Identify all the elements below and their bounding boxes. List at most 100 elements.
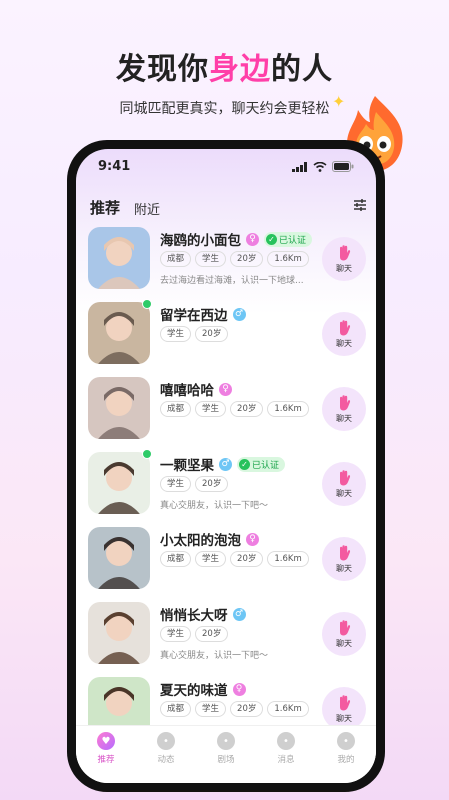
male-icon: ♂	[219, 457, 232, 471]
verified-badge: ✓ 已认证	[264, 231, 313, 247]
signal-icon	[292, 161, 307, 172]
avatar[interactable]	[88, 377, 150, 439]
chat-button[interactable]: 聊天	[322, 312, 366, 356]
filter-icon[interactable]	[352, 197, 368, 213]
user-tags: 成都 学生 20岁 1.6Km	[160, 401, 309, 417]
user-bio: 真心交朋友，认识一下吧～	[160, 501, 269, 511]
male-icon: ♂	[232, 307, 246, 321]
tab-recommend[interactable]: 推荐	[90, 197, 121, 220]
chat-button-label: 聊天	[336, 339, 352, 348]
user-tags: 学生 20岁	[160, 476, 229, 492]
profile-icon: •	[337, 732, 355, 750]
list-item[interactable]: 悄悄长大呀 ♂ 学生 20岁真心交朋友，认识一下吧～ 聊天	[76, 602, 376, 676]
avatar[interactable]	[88, 227, 150, 289]
tag: 1.6Km	[267, 401, 309, 417]
nav-label: 剧场	[217, 755, 235, 765]
wave-hand-icon	[340, 470, 351, 486]
user-name-row: 悄悄长大呀 ♂	[160, 604, 246, 624]
avatar[interactable]	[88, 602, 150, 664]
list-item[interactable]: 一颗坚果 ♂ ✓ 已认证 学生 20岁真心交朋友，认识一下吧～ 聊天	[76, 449, 376, 526]
wifi-icon	[313, 161, 327, 172]
chat-button-label: 聊天	[336, 714, 352, 723]
user-name-row: 留学在西边 ♂	[160, 304, 246, 324]
chat-button-label: 聊天	[336, 564, 352, 573]
avatar[interactable]	[88, 452, 150, 514]
compass-icon: •	[157, 732, 175, 750]
nav-item-4[interactable]: • 我的	[321, 732, 371, 783]
promo-headline: 发现你身边的人	[116, 52, 333, 87]
user-tags: 成都 学生 20岁 1.6Km	[160, 251, 309, 267]
list-item[interactable]: 小太阳的泡泡 ♀ 成都 学生 20岁 1.6Km 聊天	[76, 527, 376, 601]
user-tags: 学生 20岁	[160, 326, 229, 342]
user-name: 一颗坚果	[160, 458, 214, 474]
user-name: 留学在西边	[160, 308, 228, 324]
tab-bar: 推荐 附近	[90, 197, 160, 220]
wave-hand-icon	[340, 545, 351, 561]
female-icon: ♀	[246, 532, 259, 546]
tab-nearby[interactable]: 附近	[134, 199, 160, 218]
chat-button[interactable]: 聊天	[322, 612, 366, 656]
nav-label: 我的	[337, 755, 355, 765]
tag: 1.6Km	[267, 701, 309, 717]
chat-button[interactable]: 聊天	[322, 537, 366, 581]
female-icon: ♀	[219, 382, 232, 396]
male-icon: ♂	[232, 607, 246, 621]
online-indicator	[142, 449, 152, 459]
nav-item-1[interactable]: • 动态	[141, 732, 191, 783]
wave-hand-icon	[340, 320, 351, 336]
avatar[interactable]	[88, 527, 150, 589]
user-bio: 真心交朋友，认识一下吧～	[160, 651, 269, 661]
user-name: 小太阳的泡泡	[160, 533, 241, 549]
tag: 学生	[195, 701, 227, 717]
user-tags: 学生 20岁	[160, 626, 229, 642]
heart-icon: ♥	[97, 732, 115, 750]
nav-label: 动态	[157, 755, 175, 765]
chat-button[interactable]: 聊天	[322, 462, 366, 506]
female-icon: ♀	[232, 682, 246, 696]
user-name-row: 一颗坚果 ♂ ✓ 已认证	[160, 454, 286, 474]
list-item[interactable]: 留学在西边 ♂ 学生 20岁 聊天	[76, 299, 376, 376]
promo-headline-highlight: 身边	[209, 52, 271, 87]
tag: 学生	[195, 251, 227, 267]
app-screen: 9:41 推荐 附近 海鸥的小面包 ♀ ✓ 已认证 成都 学生 20岁 1.6Km 去过海…	[76, 149, 376, 783]
chat-button[interactable]: 聊天	[322, 387, 366, 431]
tag: 学生	[195, 551, 227, 567]
user-name: 嘻嘻哈哈	[160, 383, 214, 399]
tag: 20岁	[230, 401, 264, 417]
verified-badge: ✓ 已认证	[237, 456, 286, 472]
wave-hand-icon	[340, 695, 351, 711]
list-item[interactable]: 海鸥的小面包 ♀ ✓ 已认证 成都 学生 20岁 1.6Km 去过海边看过海滩，认识一下地…	[76, 227, 376, 301]
nav-label: 推荐	[97, 755, 115, 765]
user-tags: 成都 学生 20岁 1.6Km	[160, 701, 309, 717]
nav-item-3[interactable]: • 消息	[261, 732, 311, 783]
user-name-row: 夏天的味道 ♀	[160, 679, 246, 699]
user-name-row: 海鸥的小面包 ♀ ✓ 已认证	[160, 229, 313, 249]
tag: 20岁	[230, 551, 264, 567]
message-icon: •	[277, 732, 295, 750]
bottom-nav: ♥ 推荐 • 动态 • 剧场 • 消息 • 我的	[76, 725, 376, 783]
tag: 20岁	[195, 326, 229, 342]
chat-button-label: 聊天	[336, 639, 352, 648]
chat-button-label: 聊天	[336, 414, 352, 423]
list-item[interactable]: 嘻嘻哈哈 ♀ 成都 学生 20岁 1.6Km 聊天	[76, 377, 376, 451]
tag: 学生	[195, 401, 227, 417]
phone-frame: 9:41 推荐 附近 海鸥的小面包 ♀ ✓ 已认证 成都 学生 20岁 1.6Km 去过海…	[67, 140, 385, 792]
status-bar: 9:41	[76, 157, 376, 177]
tag: 1.6Km	[267, 551, 309, 567]
tag: 20岁	[195, 476, 229, 492]
user-name: 悄悄长大呀	[160, 608, 228, 624]
user-bio: 去过海边看过海滩，认识一下地球...	[160, 276, 304, 286]
user-name-row: 小太阳的泡泡 ♀	[160, 529, 259, 549]
chat-button[interactable]: 聊天	[322, 237, 366, 281]
avatar[interactable]	[88, 302, 150, 364]
tag: 成都	[160, 251, 192, 267]
nav-item-0[interactable]: ♥ 推荐	[81, 732, 131, 783]
chat-button-label: 聊天	[336, 264, 352, 273]
online-indicator	[142, 299, 152, 309]
nav-label: 消息	[277, 755, 295, 765]
book-icon: •	[217, 732, 235, 750]
tag: 成都	[160, 551, 192, 567]
check-icon: ✓	[266, 233, 277, 245]
nav-item-2[interactable]: • 剧场	[201, 732, 251, 783]
tag: 1.6Km	[267, 251, 309, 267]
